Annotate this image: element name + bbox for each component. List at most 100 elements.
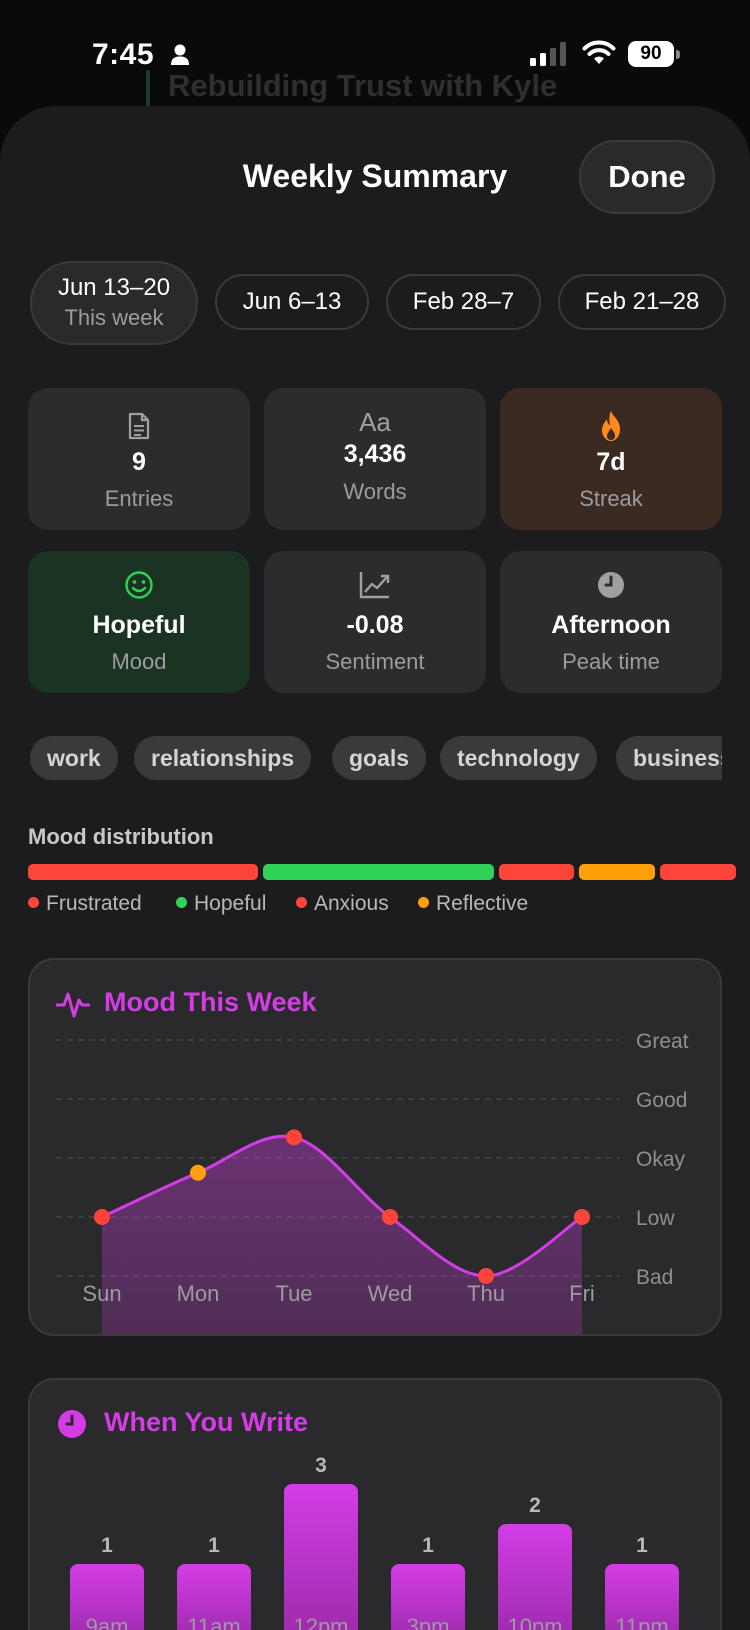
week-chip-current[interactable]: Jun 13–20 This week bbox=[30, 261, 198, 345]
x-axis-label: Mon bbox=[177, 1281, 220, 1306]
stat-value: 9 bbox=[132, 448, 146, 476]
legend-dot bbox=[418, 897, 429, 908]
legend-label: Reflective bbox=[436, 892, 529, 915]
week-chip[interactable]: Feb 21–28 bbox=[558, 274, 726, 330]
stat-label: Mood bbox=[111, 649, 167, 674]
mood-segment bbox=[263, 864, 494, 880]
stat-value: Afternoon bbox=[551, 611, 671, 639]
week-chip-sub: This week bbox=[64, 305, 164, 330]
trend-icon bbox=[359, 572, 390, 599]
tag-chip[interactable]: relationships bbox=[134, 736, 312, 780]
week-chip-range: Jun 6–13 bbox=[242, 288, 342, 315]
stat-card-entries: 9 Entries bbox=[28, 388, 250, 530]
background-entry-title: Rebuilding Trust with Kyle bbox=[168, 68, 558, 103]
legend-item: Frustrated bbox=[28, 892, 142, 916]
week-chip-range: Feb 21–28 bbox=[584, 288, 700, 315]
tag-chip[interactable]: business bbox=[616, 736, 722, 780]
y-axis-label: Low bbox=[636, 1207, 675, 1230]
stat-card-words: Aa 3,436 Words bbox=[264, 388, 486, 530]
x-axis-label: 12pm bbox=[293, 1614, 348, 1630]
tag-chip[interactable]: goals bbox=[332, 736, 427, 780]
tag-chip[interactable]: technology bbox=[440, 736, 597, 780]
mood-point[interactable] bbox=[190, 1164, 206, 1181]
stat-value: 3,436 bbox=[343, 440, 407, 468]
clock-icon bbox=[598, 572, 624, 598]
stat-value: 7d bbox=[596, 448, 626, 476]
bar[interactable] bbox=[284, 1484, 358, 1630]
legend-dot bbox=[28, 897, 39, 908]
background-accent-bar bbox=[146, 70, 150, 106]
y-axis-label: Bad bbox=[636, 1266, 673, 1289]
week-chip-range: Jun 13–20 bbox=[57, 274, 171, 301]
aa-icon: Aa bbox=[359, 406, 391, 437]
legend-item: Anxious bbox=[296, 892, 389, 916]
document-icon bbox=[128, 412, 150, 440]
stat-label: Sentiment bbox=[325, 649, 425, 674]
mood-distribution-title: Mood distribution bbox=[28, 824, 214, 849]
stat-label: Streak bbox=[579, 486, 643, 511]
stat-card-mood: Hopeful Mood bbox=[28, 551, 250, 693]
mood-point[interactable] bbox=[94, 1209, 110, 1225]
mood-area bbox=[102, 1136, 582, 1334]
legend-dot bbox=[176, 897, 187, 908]
mood-segment bbox=[28, 864, 258, 880]
stat-value: -0.08 bbox=[346, 611, 404, 639]
bar-value-label: 1 bbox=[101, 1534, 113, 1557]
stat-label: Words bbox=[343, 479, 407, 504]
week-chip-range: Feb 28–7 bbox=[412, 288, 515, 315]
stat-card-peak-time: Afternoon Peak time bbox=[500, 551, 722, 693]
week-chip[interactable]: Feb 28–7 bbox=[386, 274, 541, 330]
battery-tip bbox=[676, 50, 680, 59]
stat-card-sentiment: -0.08 Sentiment bbox=[264, 551, 486, 693]
mood-point[interactable] bbox=[286, 1129, 302, 1146]
bar-value-label: 3 bbox=[315, 1454, 327, 1477]
y-axis-label: Great bbox=[636, 1030, 689, 1053]
legend-label: Hopeful bbox=[194, 892, 267, 915]
legend-item: Reflective bbox=[418, 892, 528, 916]
x-axis-label: 11pm bbox=[615, 1614, 668, 1630]
topic-tags: work relationships goals technology busi… bbox=[30, 736, 722, 782]
x-axis-label: 10pm bbox=[507, 1614, 562, 1630]
mood-segment bbox=[660, 864, 736, 880]
stat-label: Entries bbox=[104, 486, 174, 511]
wifi-icon bbox=[582, 40, 616, 64]
mood-segment bbox=[579, 864, 655, 880]
bar-value-label: 1 bbox=[208, 1534, 220, 1557]
legend-label: Anxious bbox=[314, 892, 389, 915]
stat-card-streak: 7d Streak bbox=[500, 388, 722, 530]
mood-point[interactable] bbox=[382, 1209, 398, 1225]
write-bar-chart: 1 9am 1 11am 3 12pm 1 3pm 2 10pm 1 11pm bbox=[70, 1454, 679, 1630]
status-bar: Rebuilding Trust with Kyle 7:45 90 bbox=[0, 0, 750, 110]
status-time: 7:45 bbox=[92, 38, 155, 71]
mood-week-card: Mood This Week Bad Low Okay Good Great Sun Mon… bbox=[28, 958, 722, 1336]
x-axis-label: 3pm bbox=[407, 1614, 450, 1630]
signal-icon bbox=[530, 42, 566, 66]
tag-chip[interactable]: work bbox=[30, 736, 118, 780]
week-chip[interactable]: Jun 6–13 bbox=[215, 274, 369, 330]
x-axis-label: 9am bbox=[86, 1614, 129, 1630]
bar-value-label: 1 bbox=[636, 1534, 648, 1557]
bar-value-label: 1 bbox=[422, 1534, 434, 1557]
y-axis-label: Okay bbox=[636, 1148, 686, 1171]
x-axis-label: Thu bbox=[467, 1281, 505, 1306]
person-icon bbox=[171, 44, 189, 65]
bar-value-label: 2 bbox=[529, 1494, 541, 1517]
legend-dot bbox=[296, 897, 307, 908]
weekly-summary-sheet: Weekly Summary Done Jun 13–20 This week … bbox=[0, 106, 750, 1630]
legend-label: Frustrated bbox=[46, 892, 142, 915]
x-axis-label: Sun bbox=[82, 1281, 121, 1306]
x-axis-label: 11am bbox=[187, 1614, 240, 1630]
x-axis-label: Wed bbox=[368, 1281, 413, 1306]
mood-point[interactable] bbox=[574, 1209, 590, 1225]
battery-indicator: 90 bbox=[628, 41, 674, 67]
legend-item: Hopeful bbox=[176, 892, 266, 916]
stat-value: Hopeful bbox=[92, 611, 186, 639]
mood-segment bbox=[499, 864, 574, 880]
mood-line-chart: Bad Low Okay Good Great Sun Mon Tue Wed Thu Fri bbox=[56, 1030, 689, 1334]
x-axis-label: Fri bbox=[569, 1281, 595, 1306]
stat-label: Peak time bbox=[562, 649, 660, 674]
smiley-icon bbox=[125, 571, 153, 599]
x-axis-label: Tue bbox=[275, 1281, 312, 1306]
done-button[interactable]: Done bbox=[579, 140, 715, 214]
write-times-card: When You Write 1 9am 1 11am 3 12pm 1 3pm 2 10pm 1 1… bbox=[28, 1378, 722, 1630]
